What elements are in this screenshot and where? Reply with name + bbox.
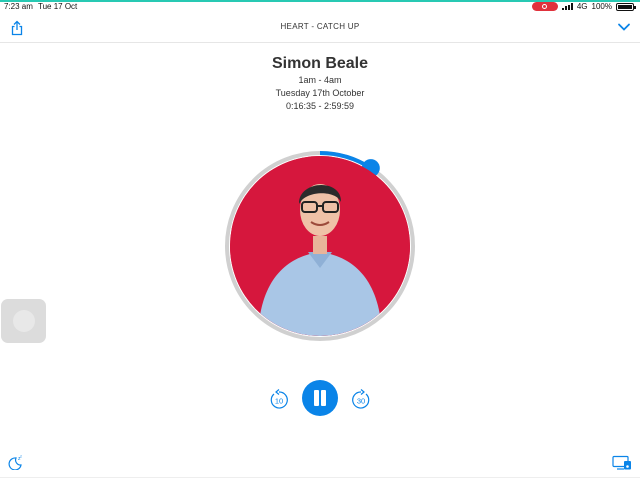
- time-slot: 1am - 4am: [298, 75, 342, 85]
- signal-strength-icon: [561, 3, 573, 10]
- status-date: Tue 17 Oct: [38, 2, 78, 11]
- battery-percent: 100%: [591, 2, 612, 11]
- forward-label: 30: [357, 397, 365, 406]
- status-right-group: 4G 100%: [531, 2, 636, 11]
- presenter-photo: [230, 156, 410, 336]
- sleep-timer-icon[interactable]: z z: [7, 454, 23, 470]
- forward-30-icon[interactable]: 30: [351, 387, 371, 409]
- battery-icon: [616, 2, 636, 11]
- status-time: 7:23 am: [4, 2, 33, 11]
- player-header: HEART - CATCH UP: [0, 14, 640, 43]
- show-date: Tuesday 17th October: [275, 88, 365, 98]
- show-artwork: [222, 148, 418, 344]
- assistive-touch-button[interactable]: [1, 299, 46, 343]
- network-type: 4G: [576, 2, 588, 11]
- svg-text:z: z: [20, 454, 22, 459]
- pause-button[interactable]: [302, 380, 338, 416]
- host-name: Simon Beale: [271, 55, 369, 72]
- playback-controls: 10 30: [0, 378, 640, 418]
- bottom-divider: [0, 477, 640, 478]
- chevron-down-icon[interactable]: [617, 21, 631, 33]
- playback-range: 0:16:35 - 2:59:59: [285, 101, 355, 111]
- show-info: Simon Beale 1am - 4am Tuesday 17th Octob…: [0, 54, 640, 113]
- screen-recording-icon: [531, 2, 558, 11]
- status-bar: 7:23 am Tue 17 Oct 4G 100%: [0, 2, 640, 12]
- rewind-10-icon[interactable]: 10: [269, 387, 289, 409]
- station-title: HEART - CATCH UP: [280, 22, 360, 31]
- rewind-label: 10: [275, 397, 283, 406]
- output-device-icon[interactable]: [612, 455, 632, 470]
